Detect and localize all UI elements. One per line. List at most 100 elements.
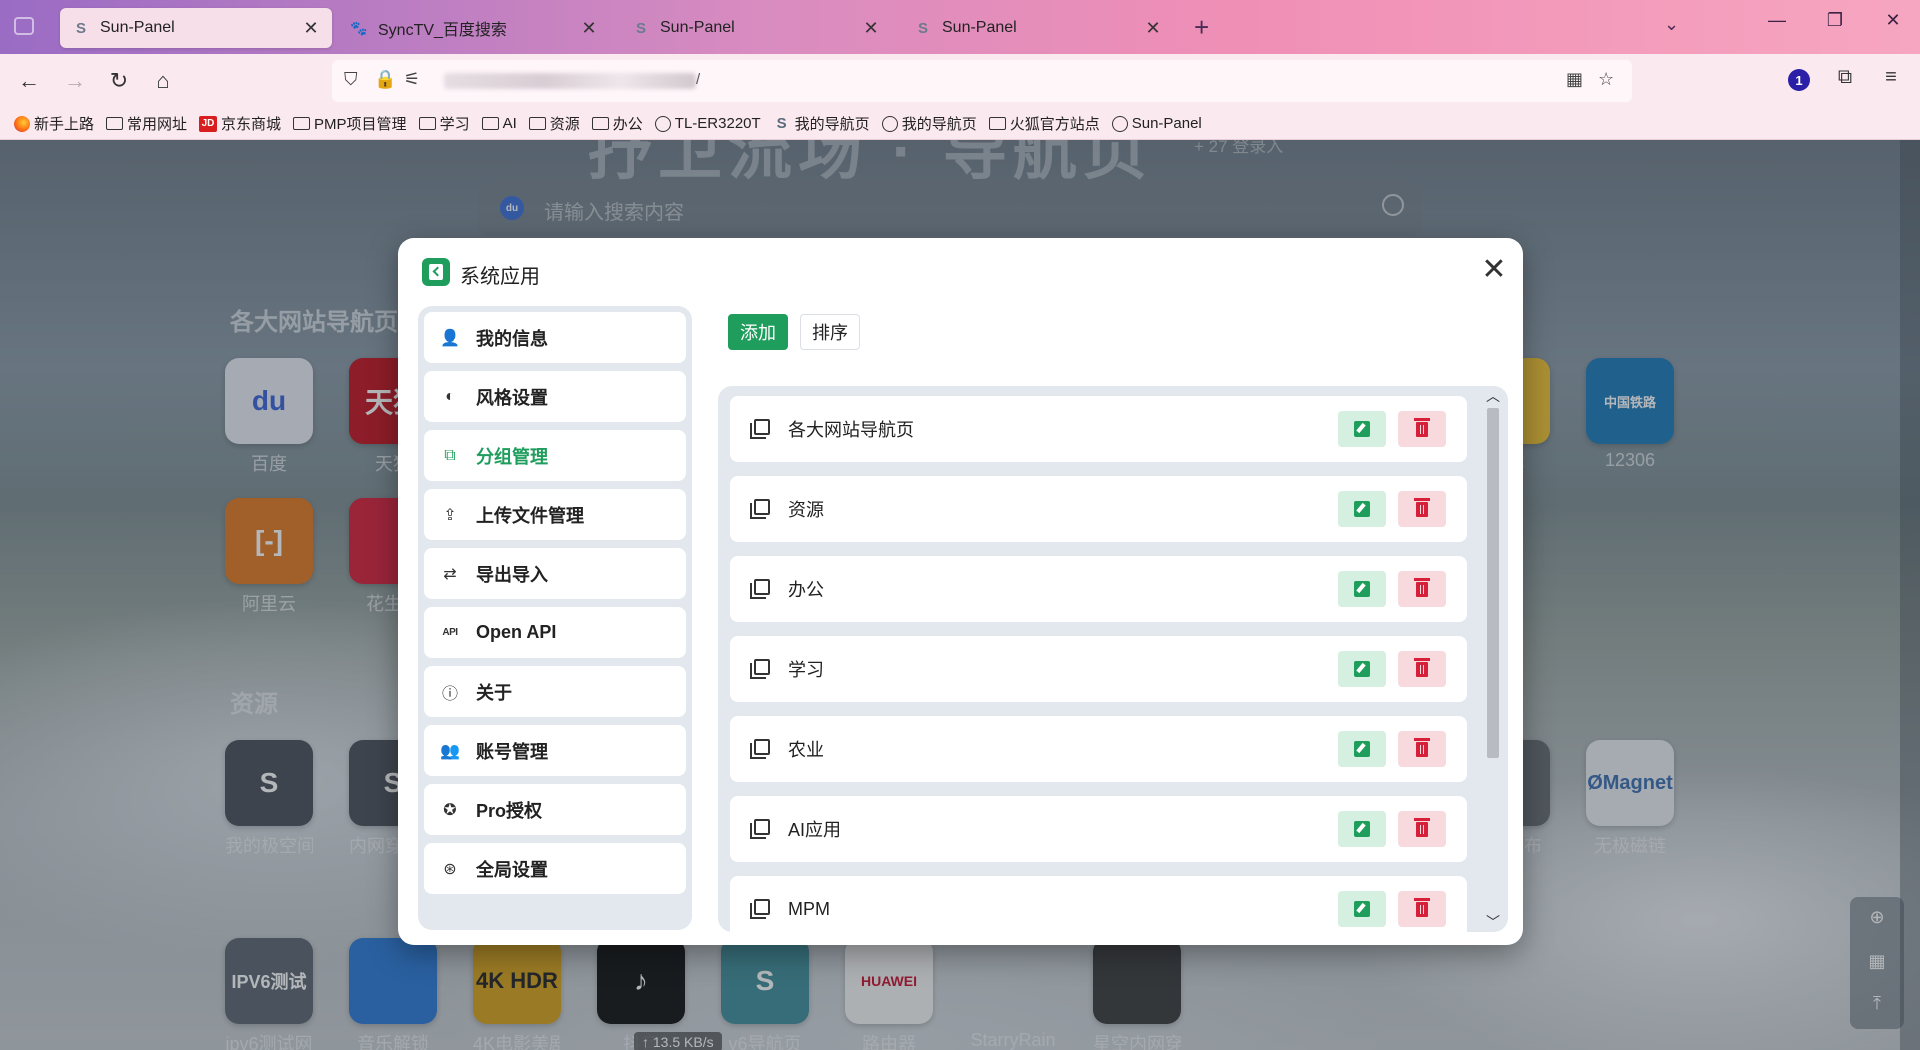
scroll-up-icon[interactable]: ︿: [1486, 386, 1500, 406]
lock-icon[interactable]: 🔒: [374, 69, 396, 90]
bookmark-item[interactable]: 新手上路: [14, 113, 94, 134]
system-apps-modal: 系统应用 ✕ 👤 我的信息 ◐ 风格设置 ⧉ 分组管理 ⇪ 上传文件管理 ⇄ 导出导入 A…: [398, 238, 1523, 945]
bookmark-item[interactable]: TL-ER3220T: [654, 115, 761, 132]
tab-title: Sun-Panel: [100, 19, 175, 36]
group-name: 农业: [788, 740, 824, 760]
group-name: MPM: [788, 898, 830, 919]
menu-pro-license[interactable]: ✪ Pro授权: [424, 784, 686, 835]
menu-account-management[interactable]: 👥 账号管理: [424, 725, 686, 776]
edit-button[interactable]: [1338, 811, 1386, 847]
sidebar-toggle-icon[interactable]: [14, 17, 34, 35]
tab-close-icon[interactable]: ✕: [302, 18, 320, 39]
folder-icon: [418, 117, 436, 130]
tab-close-icon[interactable]: ✕: [1144, 18, 1162, 39]
bookmark-item[interactable]: S 我的导航页: [773, 113, 870, 134]
url-bar[interactable]: ⛉ 🔒 ⚟ / ▦ ☆: [332, 60, 1632, 102]
group-icon: ⧉: [444, 446, 456, 464]
extension-badge-icon[interactable]: 1: [1788, 69, 1810, 91]
edit-button[interactable]: [1338, 891, 1386, 927]
delete-button[interactable]: [1398, 891, 1446, 927]
home-icon[interactable]: ⌂: [148, 66, 178, 96]
edit-button[interactable]: [1338, 651, 1386, 687]
group-row: 资源: [730, 476, 1467, 542]
import-export-icon: ⇄: [443, 565, 457, 583]
qr-code-icon[interactable]: ▦: [1566, 69, 1583, 90]
restore-icon[interactable]: ❐: [1820, 10, 1850, 31]
tab-title: Sun-Panel: [942, 19, 1017, 36]
menu-about[interactable]: ⓘ 关于: [424, 666, 686, 717]
back-icon[interactable]: ←: [14, 66, 44, 96]
url-text-blurred: [444, 73, 696, 89]
tab-3[interactable]: S Sun-Panel ✕: [620, 8, 892, 48]
edit-icon: [1354, 741, 1370, 757]
tab-2[interactable]: 🐾 SyncTV_百度搜索 ✕: [338, 8, 610, 48]
add-group-button[interactable]: 添加: [728, 314, 788, 350]
edit-icon: [1354, 901, 1370, 917]
group-list: 各大网站导航页 资源 办公 学习 农业 AI应用 MPM ︿ ﹀: [718, 386, 1508, 932]
delete-button[interactable]: [1398, 491, 1446, 527]
menu-export-import[interactable]: ⇄ 导出导入: [424, 548, 686, 599]
edit-button[interactable]: [1338, 571, 1386, 607]
menu-style-settings[interactable]: ◐ 风格设置: [424, 371, 686, 422]
bookmark-label: 京东商城: [221, 116, 282, 133]
minimize-icon[interactable]: —: [1762, 10, 1792, 31]
permissions-icon[interactable]: ⚟: [404, 69, 420, 90]
folder-icon: [591, 117, 609, 130]
bookmark-label: TL-ER3220T: [674, 115, 761, 132]
bookmark-item[interactable]: Sun-Panel: [1111, 115, 1202, 132]
group-row: AI应用: [730, 796, 1467, 862]
close-icon[interactable]: ✕: [1476, 252, 1512, 288]
bookmark-item[interactable]: 办公: [591, 113, 643, 134]
bookmark-star-icon[interactable]: ☆: [1598, 69, 1614, 90]
bookmark-item[interactable]: 常用网址: [106, 113, 187, 134]
bookmark-item[interactable]: 火狐官方站点: [988, 113, 1100, 134]
group-list-scrollbar[interactable]: ︿ ﹀: [1480, 386, 1506, 932]
bookmark-item[interactable]: 资源: [528, 113, 580, 134]
scrollbar-thumb[interactable]: [1487, 408, 1499, 758]
delete-button[interactable]: [1398, 651, 1446, 687]
bookmark-item[interactable]: AI: [481, 115, 517, 132]
delete-button[interactable]: [1398, 811, 1446, 847]
group-copy-icon: [750, 579, 770, 599]
delete-button[interactable]: [1398, 411, 1446, 447]
menu-upload-files[interactable]: ⇪ 上传文件管理: [424, 489, 686, 540]
shield-icon[interactable]: ⛉: [344, 69, 358, 90]
menu-group-management[interactable]: ⧉ 分组管理: [424, 430, 686, 481]
new-tab-button[interactable]: +: [1194, 12, 1209, 43]
sort-groups-button[interactable]: 排序: [800, 314, 860, 350]
bookmark-label: 常用网址: [127, 116, 188, 133]
close-window-icon[interactable]: ✕: [1878, 10, 1908, 31]
menu-icon[interactable]: ≡: [1876, 66, 1906, 89]
forward-icon[interactable]: →: [60, 66, 90, 96]
bookmark-item[interactable]: 我的导航页: [881, 113, 977, 134]
delete-button[interactable]: [1398, 731, 1446, 767]
menu-my-info[interactable]: 👤 我的信息: [424, 312, 686, 363]
menu-open-api[interactable]: API Open API: [424, 607, 686, 658]
delete-button[interactable]: [1398, 571, 1446, 607]
menu-label: 导出导入: [476, 564, 548, 585]
tab-close-icon[interactable]: ✕: [580, 18, 598, 39]
list-all-tabs-icon[interactable]: ⌄: [1664, 14, 1679, 35]
bookmark-item[interactable]: 学习: [418, 113, 470, 134]
edit-button[interactable]: [1338, 411, 1386, 447]
menu-label: 上传文件管理: [476, 505, 584, 526]
extensions-icon[interactable]: ⧉: [1830, 66, 1860, 89]
scroll-down-icon[interactable]: ﹀: [1486, 912, 1500, 932]
trash-icon: [1414, 417, 1430, 437]
reload-icon[interactable]: ↻: [104, 66, 134, 96]
tab-close-icon[interactable]: ✕: [862, 18, 880, 39]
global-settings-icon: ⊛: [443, 860, 457, 878]
bookmark-item[interactable]: JD 京东商城: [199, 113, 281, 134]
group-row: 学习: [730, 636, 1467, 702]
edit-button[interactable]: [1338, 731, 1386, 767]
bookmark-label: 办公: [612, 116, 643, 133]
bookmark-label: Sun-Panel: [1131, 115, 1202, 132]
bookmark-item[interactable]: PMP项目管理: [293, 113, 407, 134]
tab-1[interactable]: S Sun-Panel ✕: [60, 8, 332, 48]
menu-label: 账号管理: [476, 741, 548, 762]
trash-icon: [1414, 897, 1430, 917]
tab-4[interactable]: S Sun-Panel ✕: [902, 8, 1174, 48]
menu-global-settings[interactable]: ⊛ 全局设置: [424, 843, 686, 894]
url-suffix: /: [696, 71, 701, 88]
edit-button[interactable]: [1338, 491, 1386, 527]
